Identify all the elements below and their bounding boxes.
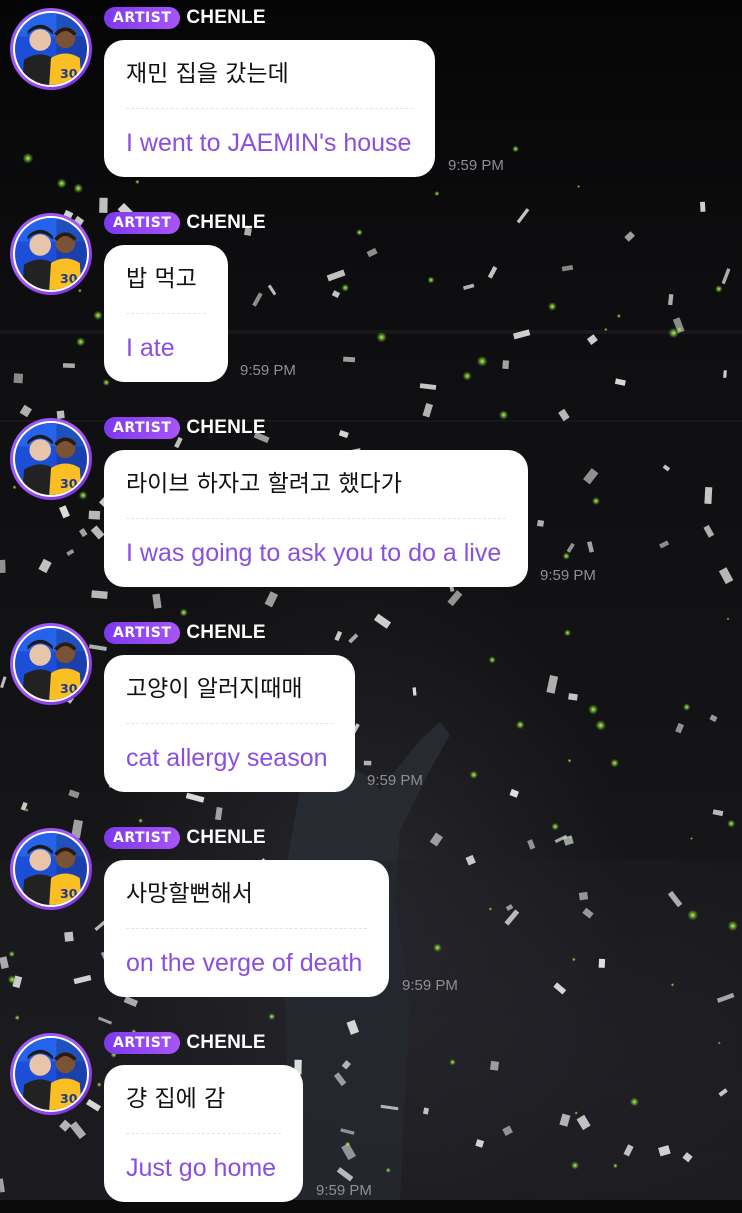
timestamp: 9:59 PM (540, 567, 596, 584)
artist-badge: ARTIST (104, 622, 181, 644)
sender-name[interactable]: CHENLE (186, 1032, 265, 1054)
sender-row: ARTIST CHENLE (104, 209, 266, 237)
message-bubble[interactable]: 사망할뻔해서 on the verge of death (104, 860, 389, 997)
svg-text:30: 30 (60, 66, 78, 81)
profile-photo-icon: 30 (15, 423, 87, 495)
sender-row: ARTIST CHENLE (104, 1029, 266, 1057)
svg-text:30: 30 (60, 886, 78, 901)
lightstick-glow (434, 191, 440, 197)
profile-photo-icon: 30 (15, 833, 87, 905)
message-bubble[interactable]: 고양이 알러지때매 cat allergy season (104, 655, 355, 792)
artist-badge: ARTIST (104, 212, 181, 234)
timestamp: 9:59 PM (240, 362, 296, 379)
lightstick-glow (179, 608, 188, 617)
message-text: 라이브 하자고 할려고 했다가 (126, 471, 402, 497)
sender-row: ARTIST CHENLE (104, 4, 266, 32)
sender-name[interactable]: CHENLE (186, 827, 265, 849)
confetti-piece (422, 402, 433, 418)
message-bubble[interactable]: 라이브 하자고 할려고 했다가 I was going to ask you t… (104, 450, 528, 587)
lightstick-glow (727, 819, 736, 828)
message-text: 밥 먹고 (126, 266, 197, 292)
message-bubble[interactable]: 재민 집을 갔는데 I went to JAEMIN's house (104, 40, 435, 177)
profile-photo-icon: 30 (15, 1038, 87, 1110)
profile-photo-icon: 30 (15, 13, 87, 85)
avatar[interactable]: 30 (10, 1033, 92, 1115)
translated-text: cat allergy season (126, 744, 328, 772)
confetti-piece (215, 807, 223, 821)
lightstick-glow (138, 818, 144, 824)
timestamp: 9:59 PM (316, 1182, 372, 1199)
svg-text:30: 30 (60, 681, 78, 696)
sender-row: ARTIST CHENLE (104, 619, 266, 647)
chat-message: 30 ARTIST CHENLE 밥 먹고 I ate 9:59 PM (0, 212, 742, 393)
translated-text: I ate (126, 334, 175, 362)
chat-message: 30 ARTIST CHENLE 라이브 하자고 할려고 했다가 I was g… (0, 417, 742, 598)
sender-row: ARTIST CHENLE (104, 414, 266, 442)
timestamp: 9:59 PM (367, 772, 423, 789)
artist-badge: ARTIST (104, 827, 181, 849)
timestamp: 9:59 PM (448, 157, 504, 174)
avatar[interactable]: 30 (10, 623, 92, 705)
avatar-image: 30 (13, 831, 89, 907)
lightstick-glow (268, 1013, 276, 1021)
lightstick-glow (24, 808, 29, 813)
message-text: 재민 집을 갔는데 (126, 61, 289, 87)
profile-photo-icon: 30 (15, 218, 87, 290)
sender-row: ARTIST CHENLE (104, 824, 266, 852)
message-bubble[interactable]: 걍 집에 감 Just go home (104, 1065, 303, 1202)
avatar-image: 30 (13, 421, 89, 497)
chat-message: 30 ARTIST CHENLE 사망할뻔해서 on the verge of … (0, 827, 742, 1008)
avatar[interactable]: 30 (10, 418, 92, 500)
translated-text: I went to JAEMIN's house (126, 129, 412, 157)
avatar[interactable]: 30 (10, 213, 92, 295)
translated-text: on the verge of death (126, 949, 363, 977)
profile-photo-icon: 30 (15, 628, 87, 700)
chat-message: 30 ARTIST CHENLE 걍 집에 감 Just go home 9:5… (0, 1032, 742, 1213)
avatar-image: 30 (13, 216, 89, 292)
sender-name[interactable]: CHENLE (186, 7, 265, 29)
avatar-image: 30 (13, 626, 89, 702)
message-text: 사망할뻔해서 (126, 881, 253, 907)
avatar[interactable]: 30 (10, 8, 92, 90)
svg-text:30: 30 (60, 1091, 78, 1106)
sender-name[interactable]: CHENLE (186, 417, 265, 439)
artist-badge: ARTIST (104, 1032, 181, 1054)
translated-text: Just go home (126, 1154, 277, 1182)
confetti-piece (19, 404, 32, 418)
timestamp: 9:59 PM (402, 977, 458, 994)
lightstick-glow (726, 617, 730, 621)
chat-message: 30 ARTIST CHENLE 재민 집을 갔는데 I went to JAE… (0, 7, 742, 188)
confetti-piece (700, 201, 706, 212)
avatar[interactable]: 30 (10, 828, 92, 910)
svg-text:30: 30 (60, 476, 78, 491)
artist-badge: ARTIST (104, 7, 181, 29)
message-text: 걍 집에 감 (126, 1086, 226, 1112)
confetti-piece (712, 809, 724, 817)
artist-badge: ARTIST (104, 417, 181, 439)
svg-text:30: 30 (60, 271, 78, 286)
message-bubble[interactable]: 밥 먹고 I ate (104, 245, 228, 382)
avatar-image: 30 (13, 1036, 89, 1112)
sender-name[interactable]: CHENLE (186, 622, 265, 644)
translated-text: I was going to ask you to do a live (126, 539, 502, 567)
sender-name[interactable]: CHENLE (186, 212, 265, 234)
chat-message: 30 ARTIST CHENLE 고양이 알러지때매 cat allergy s… (0, 622, 742, 803)
lightstick-glow (14, 1015, 20, 1021)
avatar-image: 30 (13, 11, 89, 87)
message-text: 고양이 알러지때매 (126, 676, 303, 702)
